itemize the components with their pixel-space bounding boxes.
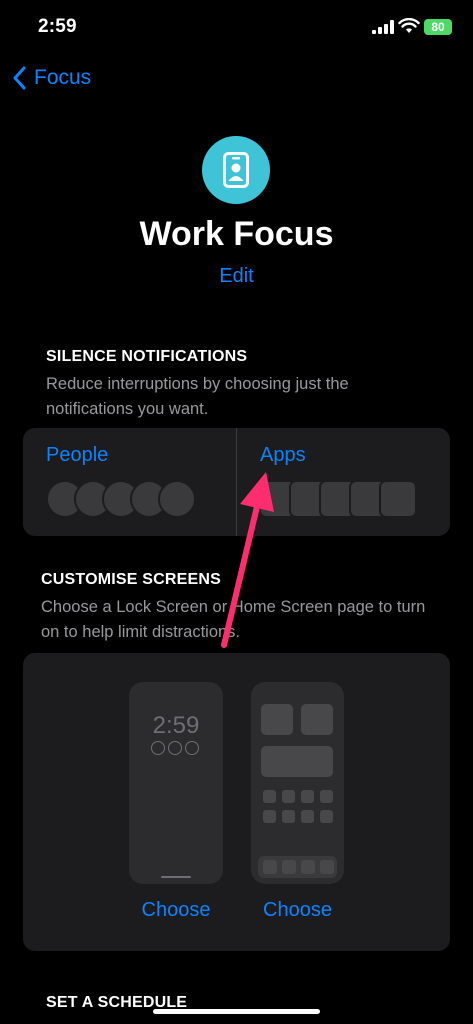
- home-widget: [301, 704, 333, 735]
- people-option[interactable]: People: [23, 428, 236, 536]
- app-icons: [259, 480, 417, 518]
- lock-screen-widgets: [151, 741, 199, 755]
- app-icon-placeholder: [301, 810, 314, 823]
- avatar: [158, 480, 196, 518]
- back-button[interactable]: Focus: [12, 66, 91, 90]
- widget-circle: [151, 741, 165, 755]
- home-screen-preview[interactable]: [251, 682, 344, 884]
- wifi-icon: [398, 18, 420, 33]
- home-indicator: [153, 1009, 320, 1014]
- app-icon-placeholder: [301, 790, 314, 803]
- home-widget-wide: [261, 746, 333, 777]
- dock-icon: [320, 860, 334, 874]
- chevron-left-icon: [13, 66, 26, 90]
- dock-icon: [301, 860, 315, 874]
- app-icon-placeholder: [320, 790, 333, 803]
- annotation-arrow-icon: [221, 472, 274, 648]
- home-dock: [258, 856, 337, 878]
- id-badge-icon: [223, 152, 249, 188]
- dock-icon: [263, 860, 277, 874]
- cellular-signal-icon: [372, 20, 394, 34]
- lock-screen-home-bar: [161, 876, 191, 878]
- edit-button[interactable]: Edit: [0, 265, 473, 288]
- choose-home-screen-button[interactable]: Choose: [251, 899, 344, 922]
- customise-screens-heading: CUSTOMISE SCREENS: [41, 571, 222, 588]
- silence-notifications-heading: SILENCE NOTIFICATIONS: [46, 348, 248, 365]
- people-label: People: [46, 444, 109, 466]
- dock-icon: [282, 860, 296, 874]
- apps-label: Apps: [260, 444, 306, 466]
- app-icon-placeholder: [282, 810, 295, 823]
- status-time: 2:59: [38, 16, 77, 37]
- app-icon-placeholder: [263, 810, 276, 823]
- choose-lock-screen-button[interactable]: Choose: [129, 899, 223, 922]
- lock-screen-time: 2:59: [152, 712, 200, 739]
- lock-screen-preview[interactable]: 2:59: [129, 682, 223, 884]
- battery-indicator: 80: [424, 19, 452, 35]
- home-widget: [261, 704, 293, 735]
- widget-circle: [168, 741, 182, 755]
- app-icon-placeholder: [282, 790, 295, 803]
- app-icon-placeholder: [263, 790, 276, 803]
- widget-circle: [185, 741, 199, 755]
- customise-screens-card: 2:59 Choose Choose: [23, 653, 450, 951]
- work-focus-icon: [202, 136, 270, 204]
- focus-title: Work Focus: [139, 215, 334, 253]
- people-avatars: [46, 480, 196, 518]
- app-icon-placeholder: [379, 480, 417, 518]
- app-icon-placeholder: [320, 810, 333, 823]
- silence-notifications-description: Reduce interruptions by choosing just th…: [46, 375, 349, 418]
- back-label: Focus: [34, 66, 92, 89]
